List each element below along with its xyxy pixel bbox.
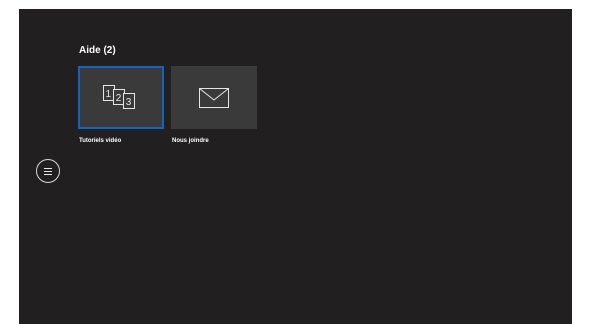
tile-contact-us[interactable] [171,66,257,129]
envelope-icon [199,87,229,108]
section-title: Aide (2) [79,45,116,56]
numbered-pages-icon: 1 2 3 [103,84,135,109]
page-number-3: 3 [126,97,132,108]
tile-label-contact-us: Nous joindre [172,138,209,144]
help-screen: Aide (2) 1 2 3 Tutoriels vidéo Nous join… [19,9,572,324]
tile-label-video-tutorials: Tutoriels vidéo [79,138,122,144]
page-number-2: 2 [116,93,122,104]
page-number-1: 1 [106,89,112,100]
tile-video-tutorials[interactable]: 1 2 3 [78,66,164,129]
menu-button[interactable] [36,159,60,183]
